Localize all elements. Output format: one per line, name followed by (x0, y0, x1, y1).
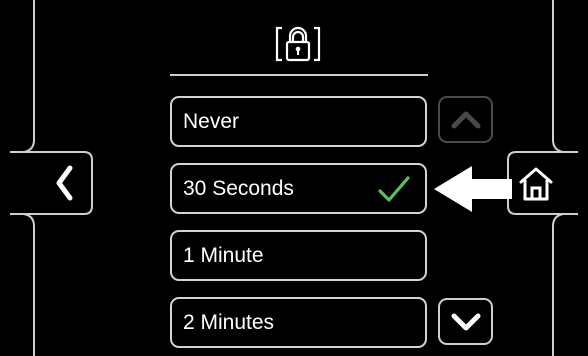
option-2-minutes[interactable]: 2 Minutes (170, 297, 427, 348)
chevron-left-icon (56, 165, 73, 201)
option-label: 1 Minute (183, 243, 264, 267)
option-label: 2 Minutes (183, 310, 275, 334)
option-label: 30 Seconds (183, 176, 294, 200)
scroll-up-button[interactable] (438, 96, 493, 143)
option-never[interactable]: Never (170, 96, 427, 147)
scroll-down-button[interactable] (438, 298, 493, 345)
chevron-down-icon (451, 313, 480, 330)
checkmark-icon (378, 175, 410, 202)
arrow-left-icon (434, 166, 512, 212)
padlock-icon (275, 26, 321, 62)
back-button[interactable] (40, 154, 90, 212)
option-label: Never (183, 109, 240, 133)
chevron-up-icon (451, 111, 480, 128)
option-1-minute[interactable]: 1 Minute (170, 230, 427, 281)
header-divider (170, 74, 428, 76)
option-30-seconds[interactable]: 30 Seconds (170, 163, 427, 214)
